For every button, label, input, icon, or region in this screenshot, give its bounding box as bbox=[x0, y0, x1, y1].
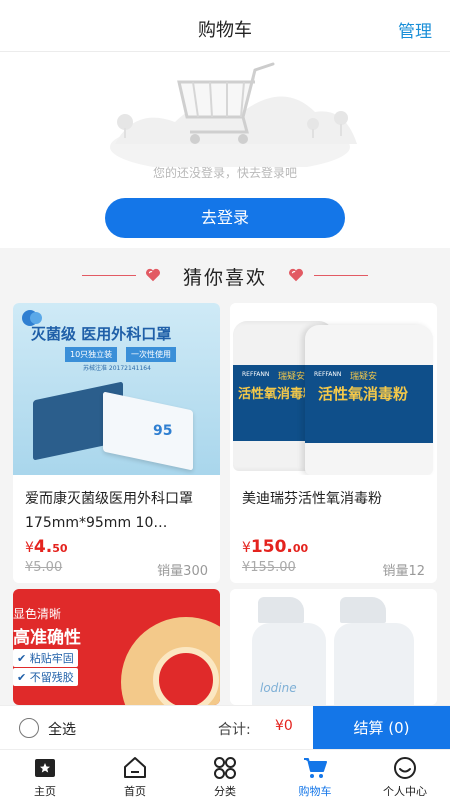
product-image: lodine bbox=[230, 589, 437, 705]
image-badge: ✔ 不留残胶 bbox=[13, 668, 78, 686]
product-card[interactable]: REFFANN 瑞疑安 活性氧消毒粉 REFFANN 瑞疑安 活性氧消毒粉 美迪… bbox=[230, 303, 437, 583]
product-price: ¥4.50 bbox=[25, 537, 68, 557]
select-all-radio[interactable] bbox=[19, 718, 39, 738]
spray-bottle-right bbox=[340, 597, 386, 623]
recommend-section-header: 猜你喜欢 bbox=[0, 248, 450, 300]
bottom-tab-bar: 主页 首页 分类 购物车 个人中心 bbox=[0, 749, 450, 800]
tab-home[interactable]: 首页 bbox=[90, 750, 180, 800]
checkout-button[interactable]: 结算 (0) bbox=[313, 706, 450, 750]
image-reg-text: 苏械注准 20172141164 bbox=[83, 365, 151, 372]
jar-left-brand-cn: 瑞疑安 bbox=[278, 372, 306, 382]
jar-right-brand-cn: 瑞疑安 bbox=[350, 372, 378, 382]
tab-cart[interactable]: 购物车 bbox=[270, 750, 360, 800]
empty-cart-illustration bbox=[110, 62, 357, 167]
cart-icon bbox=[304, 758, 327, 778]
smile-icon bbox=[394, 757, 416, 779]
jar-right-text: 活性氧消毒粉 bbox=[318, 385, 409, 403]
original-price: ¥155.00 bbox=[242, 560, 296, 575]
product-card[interactable]: 灭菌级 医用外科口罩 10只独立装 一次性使用 苏械注准 20172141164… bbox=[13, 303, 220, 583]
tab-label: 主页 bbox=[34, 785, 56, 798]
spray-bottle-left bbox=[258, 597, 304, 623]
product-image: 灭菌级 医用外科口罩 10只独立装 一次性使用 苏械注准 20172141164… bbox=[13, 303, 220, 475]
product-card[interactable]: lodine bbox=[230, 589, 437, 705]
login-button[interactable]: 去登录 bbox=[105, 198, 345, 238]
tab-profile[interactable]: 个人中心 bbox=[360, 750, 450, 800]
divider-line bbox=[314, 275, 368, 276]
image-heading: 灭菌级 医用外科口罩 bbox=[31, 325, 172, 343]
top-nav-bar: 购物车 管理 bbox=[0, 0, 450, 52]
image-tag: 一次性使用 bbox=[126, 347, 176, 362]
sales-count: 销量12 bbox=[382, 564, 425, 579]
image-line2: 高准确性 bbox=[13, 628, 81, 648]
product-card[interactable]: 显色清晰 高准确性 ✔ 粘贴牢固 ✔ 不留残胶 bbox=[13, 589, 220, 705]
heart-icon bbox=[288, 268, 304, 282]
image-line1: 显色清晰 bbox=[13, 607, 62, 621]
total-value: ¥0 bbox=[275, 718, 293, 734]
tape-roll-core bbox=[153, 647, 219, 705]
product-image: REFFANN 瑞疑安 活性氧消毒粉 REFFANN 瑞疑安 活性氧消毒粉 bbox=[230, 303, 437, 475]
tab-label: 首页 bbox=[124, 785, 146, 798]
spray-bottle-right-body bbox=[334, 623, 414, 705]
checkout-bar: 全选 合计: ¥0 结算 (0) bbox=[0, 705, 450, 750]
original-price: ¥5.00 bbox=[25, 560, 63, 575]
jar-left-brand: REFFANN bbox=[242, 371, 270, 378]
image-tag: 10只独立装 bbox=[65, 347, 118, 362]
image-brand: lodine bbox=[260, 681, 297, 695]
grid-icon bbox=[214, 757, 236, 779]
select-all-label[interactable]: 全选 bbox=[48, 719, 76, 739]
recommend-title: 猜你喜欢 bbox=[182, 267, 267, 289]
tab-label: 购物车 bbox=[298, 785, 332, 798]
star-bag-icon bbox=[35, 759, 55, 777]
product-price: ¥150.00 bbox=[242, 537, 309, 557]
tab-label: 个人中心 bbox=[383, 785, 427, 798]
empty-cart-panel: 您的还没登录，快去登录吧 去登录 bbox=[0, 52, 450, 248]
total-label: 合计: bbox=[218, 722, 251, 738]
login-hint-text: 您的还没登录，快去登录吧 bbox=[152, 166, 297, 180]
sales-count: 销量300 bbox=[157, 564, 208, 579]
tab-category[interactable]: 分类 bbox=[180, 750, 270, 800]
image-number: 95 bbox=[153, 423, 173, 439]
jar-right-brand: REFFANN bbox=[314, 371, 342, 378]
home-icon bbox=[124, 757, 146, 778]
tab-label: 分类 bbox=[214, 785, 236, 798]
product-name: 美迪瑞芬活性氧消毒粉 bbox=[242, 491, 382, 507]
product-name: 爱而康灭菌级医用外科口罩 175mm*95mm 10… bbox=[25, 491, 193, 531]
manage-button[interactable]: 管理 bbox=[398, 17, 432, 42]
tab-main[interactable]: 主页 bbox=[0, 750, 90, 800]
image-badge: ✔ 粘贴牢固 bbox=[13, 649, 78, 667]
page-title: 购物车 bbox=[198, 20, 252, 41]
mask-box-right bbox=[103, 391, 193, 471]
product-image: 显色清晰 高准确性 ✔ 粘贴牢固 ✔ 不留残胶 bbox=[13, 589, 220, 705]
